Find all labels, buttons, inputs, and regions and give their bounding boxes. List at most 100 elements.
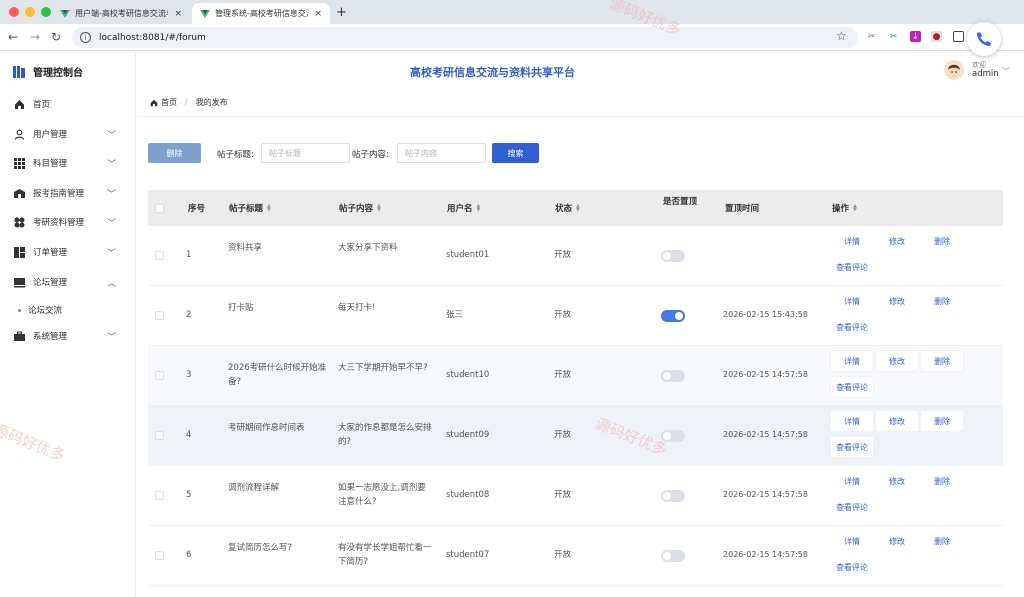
- view-comments-button[interactable]: 查看评论: [831, 497, 873, 517]
- pin-toggle[interactable]: [661, 550, 685, 562]
- table-row[interactable]: 6 复试简历怎么写? 有没有学长学姐帮忙看一下简历? student07 开放 2026-…: [148, 526, 1003, 586]
- select-all-checkbox[interactable]: [155, 204, 164, 213]
- close-tab-icon[interactable]: ×: [174, 9, 182, 19]
- view-comments-button[interactable]: 查看评论: [831, 317, 873, 337]
- sort-icon[interactable]: ▲ ▼: [267, 204, 271, 213]
- user-menu[interactable]: 欢迎 admin: [944, 60, 999, 80]
- detail-button[interactable]: 详情: [831, 351, 873, 371]
- view-comments-button[interactable]: 查看评论: [831, 257, 873, 277]
- row-checkbox[interactable]: [155, 431, 164, 440]
- edit-button[interactable]: 修改: [876, 411, 918, 431]
- edit-button[interactable]: 修改: [876, 471, 918, 491]
- sort-icon[interactable]: ▲ ▼: [853, 204, 857, 213]
- pin-toggle[interactable]: [661, 310, 685, 322]
- sidebar-item-orders[interactable]: 订单管理 ﹀: [0, 241, 136, 263]
- header-title[interactable]: 帖子标题 ▲ ▼: [229, 202, 271, 215]
- sidebar-item-system[interactable]: 系统管理 ﹀: [0, 325, 136, 347]
- sidebar-item-guide[interactable]: 报考指南管理 ﹀: [0, 182, 136, 204]
- row-checkbox[interactable]: [155, 371, 164, 380]
- toggle-knob: [663, 372, 671, 380]
- site-info-icon[interactable]: i: [80, 32, 91, 43]
- system-icon: [14, 331, 25, 341]
- guide-icon: [14, 188, 25, 198]
- url-field[interactable]: i localhost:8081/#/forum: [72, 27, 858, 48]
- dashboard-logo-icon: [13, 65, 25, 78]
- sort-icon[interactable]: ▲ ▼: [477, 204, 481, 213]
- pin-toggle[interactable]: [661, 490, 685, 502]
- detail-button[interactable]: 详情: [831, 471, 873, 491]
- header-content[interactable]: 帖子内容 ▲ ▼: [339, 202, 381, 215]
- close-tab-icon[interactable]: ×: [314, 9, 322, 19]
- delete-button[interactable]: 删除: [921, 531, 963, 551]
- content-filter-input[interactable]: [397, 143, 486, 163]
- browser-tab-user[interactable]: 用户端-高校考研信息交流与资料... ×: [52, 3, 190, 24]
- extension-download-icon[interactable]: ↓: [910, 31, 921, 42]
- sidebar-item-users[interactable]: 用户管理 ﹀: [0, 123, 136, 145]
- edit-button[interactable]: 修改: [876, 291, 918, 311]
- header-status[interactable]: 状态 ▲ ▼: [555, 202, 580, 215]
- browser-tab-admin[interactable]: 管理系统-高校考研信息交流与资... ×: [192, 3, 330, 24]
- sort-icon[interactable]: ▲ ▼: [576, 204, 580, 213]
- extension-robot-icon[interactable]: ●: [931, 31, 942, 42]
- view-comments-button[interactable]: 查看评论: [831, 377, 873, 397]
- bookmark-star-icon[interactable]: ☆: [836, 29, 847, 43]
- delete-button[interactable]: 删除: [921, 471, 963, 491]
- reload-icon[interactable]: ↻: [51, 30, 61, 44]
- minimize-window-button[interactable]: [25, 7, 35, 17]
- sidebar-item-label: 用户管理: [33, 130, 68, 140]
- forward-icon[interactable]: →: [30, 30, 40, 44]
- table-row[interactable]: 5 调剂流程详解 如果一志愿没上,调剂要注意什么? student08 开放 2026-0…: [148, 466, 1003, 526]
- header-operations[interactable]: 操作 ▲ ▼: [832, 202, 857, 215]
- chevron-down-icon[interactable]: ﹀: [1002, 66, 1010, 77]
- close-window-button[interactable]: [9, 7, 19, 17]
- toggle-knob: [675, 312, 683, 320]
- view-comments-button[interactable]: 查看评论: [831, 557, 873, 577]
- edit-button[interactable]: 修改: [876, 531, 918, 551]
- pin-toggle[interactable]: [661, 370, 685, 382]
- detail-button[interactable]: 详情: [831, 531, 873, 551]
- cell-pin-time: 2026-02-15 15:43:58: [723, 310, 808, 319]
- delete-button[interactable]: 删除: [921, 291, 963, 311]
- delete-button[interactable]: 删除: [921, 231, 963, 251]
- row-checkbox[interactable]: [155, 251, 164, 260]
- cell-index: 1: [186, 250, 192, 260]
- extension-scissors-icon[interactable]: ✂: [866, 31, 877, 42]
- edit-button[interactable]: 修改: [876, 231, 918, 251]
- chevron-down-icon: ﹀: [106, 131, 116, 141]
- batch-delete-button[interactable]: 删除: [148, 143, 201, 163]
- table-row[interactable]: 1 资料共享 大家分享下资料 student01 开放 详情 修改 删除 查看评论: [148, 226, 1003, 286]
- cell-title: 考研期间作息时间表: [228, 423, 305, 433]
- row-checkbox[interactable]: [155, 491, 164, 500]
- detail-button[interactable]: 详情: [831, 231, 873, 251]
- table-row[interactable]: 4 考研期间作息时间表 大家的作息都是怎么安排的? student09 开放 2026-0…: [148, 406, 1003, 466]
- search-button[interactable]: 搜索: [492, 143, 539, 163]
- extension-tool-icon[interactable]: ✂: [888, 31, 899, 42]
- delete-button[interactable]: 删除: [921, 351, 963, 371]
- cell-content: 如果一志愿没上,调剂要注意什么?: [338, 483, 426, 507]
- new-tab-button[interactable]: +: [336, 5, 347, 20]
- table-row[interactable]: 3 2026考研什么时候开始准备? 大三下学期开始早不早? student10 开放 20…: [148, 346, 1003, 406]
- sidebar-item-home[interactable]: 首页: [0, 93, 136, 115]
- row-checkbox[interactable]: [155, 311, 164, 320]
- detail-button[interactable]: 详情: [831, 291, 873, 311]
- pin-toggle[interactable]: [661, 250, 685, 262]
- phone-call-button[interactable]: [967, 22, 1001, 56]
- row-checkbox[interactable]: [155, 551, 164, 560]
- extensions-puzzle-icon[interactable]: [953, 31, 964, 42]
- edit-button[interactable]: 修改: [876, 351, 918, 371]
- back-icon[interactable]: ←: [8, 30, 18, 44]
- title-filter-input[interactable]: [261, 143, 350, 163]
- header-username[interactable]: 用户名 ▲ ▼: [447, 202, 481, 215]
- delete-button[interactable]: 删除: [921, 411, 963, 431]
- view-comments-button[interactable]: 查看评论: [831, 437, 873, 457]
- detail-button[interactable]: 详情: [831, 411, 873, 431]
- sidebar-item-forum[interactable]: 论坛管理 ︿: [0, 271, 136, 293]
- sidebar-item-materials[interactable]: 考研资料管理 ﹀: [0, 211, 136, 233]
- table-row[interactable]: 2 打卡贴 每天打卡! 张三 开放 2026-02-15 15:43:58 详情 修改 删除 查看…: [148, 286, 1003, 346]
- sidebar-item-subjects[interactable]: 科目管理 ﹀: [0, 152, 136, 174]
- sidebar-subitem-forum-exchange[interactable]: 论坛交流: [18, 304, 62, 316]
- sidebar-subitem-label: 论坛交流: [28, 306, 63, 316]
- maximize-window-button[interactable]: [41, 7, 51, 17]
- sort-icon[interactable]: ▲ ▼: [377, 204, 381, 213]
- breadcrumb-home[interactable]: 首页: [161, 97, 177, 108]
